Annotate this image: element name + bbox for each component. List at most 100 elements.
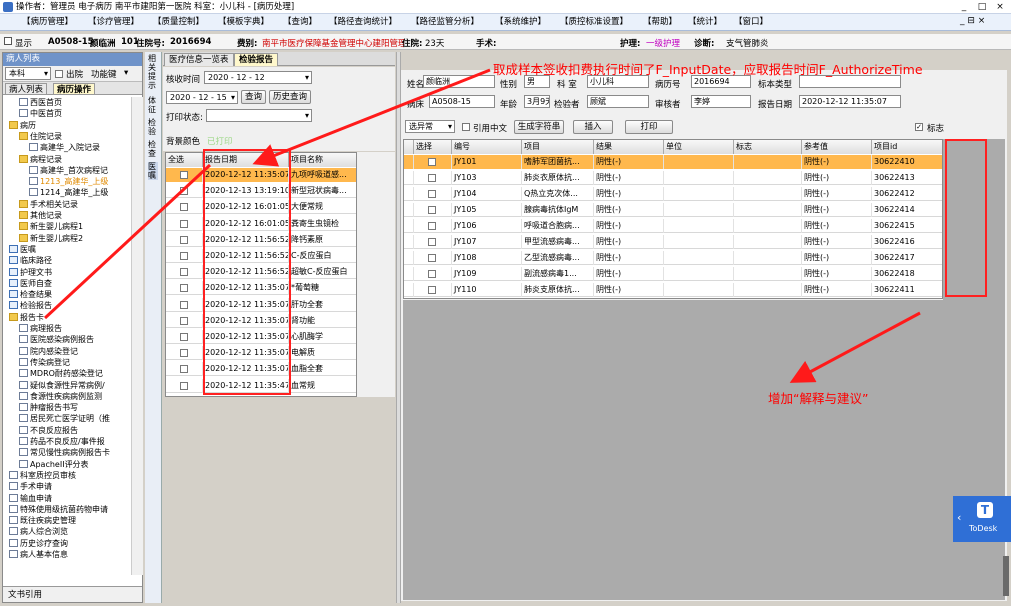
tree-node[interactable]: 其他记录 [19, 210, 62, 221]
row-checkbox[interactable] [180, 268, 188, 277]
tree-node[interactable]: 报告卡 [9, 312, 44, 323]
row-checkbox[interactable] [428, 174, 436, 182]
row-checkbox[interactable] [428, 222, 436, 230]
vtab-lab[interactable]: 检验 [148, 118, 158, 136]
tree-node[interactable]: 病历 [9, 120, 36, 131]
vtab-exam[interactable]: 检查 [148, 140, 158, 158]
row-checkbox[interactable] [180, 171, 188, 179]
close-button[interactable]: × [991, 0, 1009, 14]
tree-node[interactable]: ApacheII评分表 [19, 459, 89, 470]
row-checkbox[interactable] [428, 206, 436, 214]
tree-node[interactable]: 中医首页 [19, 108, 62, 119]
vtab-orders[interactable]: 医嘱 [148, 162, 158, 180]
table-row[interactable]: JY106 呼吸道合胞病... 阴性(-) 阴性(-) 30622415 [404, 219, 942, 233]
col-select[interactable]: 选择 [414, 140, 452, 154]
tree-node[interactable]: 护理文书 [9, 267, 52, 278]
row-checkbox[interactable] [180, 187, 188, 196]
menu-help[interactable]: 【帮助】 [643, 16, 677, 29]
table-row[interactable]: JY105 腺病毒抗体IgM 阴性(-) 阴性(-) 30622414 [404, 203, 942, 217]
minimize-button[interactable]: _ [955, 0, 973, 14]
col-select-all[interactable]: 全选 [166, 153, 203, 167]
tab-medical-overview[interactable]: 医疗信息一览表 [164, 53, 234, 66]
discharged-checkbox[interactable] [55, 70, 63, 78]
mdi-controls[interactable]: _ ⊟ × [960, 16, 985, 26]
row-checkbox[interactable] [428, 270, 436, 278]
date-to-input[interactable]: 2020 - 12 - 15 ▾ [166, 91, 238, 104]
table-row[interactable]: JY101 嗜肺军团菌抗... 阴性(-) 阴性(-) 30622410 [404, 155, 942, 169]
tree-node[interactable]: 病人基本信息 [9, 549, 68, 560]
menu-query[interactable]: 【查询】 [283, 16, 317, 29]
menu-stats[interactable]: 【统计】 [688, 16, 722, 29]
show-checkbox[interactable] [4, 37, 12, 45]
menu-system-maint[interactable]: 【系统维护】 [495, 16, 546, 29]
tree-node[interactable]: MDRO耐药感染登记 [19, 368, 103, 379]
tree-node[interactable]: 疑似食源性异常病例/ [19, 380, 105, 391]
row-checkbox[interactable] [428, 286, 436, 294]
row-checkbox[interactable] [180, 349, 188, 358]
tree-node[interactable]: 检验报告 [9, 300, 52, 311]
date-from-input[interactable]: 2020 - 12 - 12 ▾ [204, 71, 312, 84]
table-row[interactable]: JY110 肺炎支原体抗... 阴性(-) 阴性(-) 30622411 [404, 283, 942, 297]
col-ref[interactable]: 参考值 [802, 140, 872, 154]
tree-scrollbar[interactable] [131, 97, 143, 575]
col-code[interactable]: 编号 [452, 140, 522, 154]
tree-node[interactable]: 病理报告 [19, 323, 62, 334]
tree-node[interactable]: 手术申请 [9, 481, 52, 492]
menu-template-dict[interactable]: 【模板字典】 [218, 16, 269, 29]
menu-qc-standards[interactable]: 【质控标准设置】 [560, 16, 628, 29]
vtab-tips[interactable]: 相关提示 [148, 54, 158, 90]
tree-node[interactable]: 新生婴儿病程2 [19, 233, 83, 244]
tree-node[interactable]: 1213_高建华_上级 [29, 176, 108, 187]
col-item-id[interactable]: 项目id [872, 140, 942, 154]
menu-path-supervision[interactable]: 【路径监管分析】 [411, 16, 479, 29]
menu-treatment-mgmt[interactable]: 【诊疗管理】 [88, 16, 139, 29]
tree-node[interactable]: 特殊使用级抗菌药物申请 [9, 504, 108, 515]
tree-node[interactable]: 新生婴儿病程1 [19, 221, 83, 232]
tree-node[interactable]: 历史诊疗查询 [9, 538, 68, 549]
col-item-name[interactable]: 项目名称 [289, 153, 356, 167]
col-item[interactable]: 项目 [522, 140, 594, 154]
tree-node[interactable]: 肿瘤报告书写 [19, 402, 78, 413]
tree-node[interactable]: 居民死亡医学证明（推 [19, 413, 110, 424]
table-row[interactable]: JY109 副流感病毒1... 阴性(-) 阴性(-) 30622418 [404, 267, 942, 281]
tree-node[interactable]: 输血申请 [9, 493, 52, 504]
tree-node[interactable]: 1214_高建华_上级 [29, 187, 108, 198]
function-key-label[interactable]: 功能键 [91, 68, 117, 80]
tab-record-ops[interactable]: 病历操作 [53, 83, 96, 95]
menu-quality-control[interactable]: 【质量控制】 [153, 16, 204, 29]
tree-node[interactable]: 不良反应报告 [19, 425, 78, 436]
dept-select[interactable]: 本科 ▾ [5, 67, 51, 80]
print-status-select[interactable]: ▾ [206, 109, 312, 122]
abnormal-filter-select[interactable]: 选异常 ▾ [405, 120, 455, 133]
row-checkbox[interactable] [428, 254, 436, 262]
insert-button[interactable]: 插入 [573, 120, 613, 134]
tree-node[interactable]: 病人综合浏览 [9, 526, 68, 537]
tree-node[interactable]: 常见慢性病病例报告卡 [19, 447, 110, 458]
tree-node[interactable]: 医师自查 [9, 278, 52, 289]
tree-node[interactable]: 高建华_入院记录 [29, 142, 100, 153]
tree-node[interactable]: 西医首页 [19, 97, 62, 108]
tab-patient-list[interactable]: 病人列表 [5, 83, 48, 95]
cite-cn-checkbox[interactable] [462, 123, 470, 131]
tree-node[interactable]: 高建华_首次病程记 [29, 165, 108, 176]
tree-node[interactable]: 手术相关记录 [19, 199, 78, 210]
tree-node[interactable]: 住院记录 [19, 131, 62, 142]
row-checkbox[interactable] [180, 203, 188, 212]
tree-node[interactable]: 传染病登记 [19, 357, 70, 368]
gen-string-button[interactable]: 生成字符串 [514, 120, 564, 134]
doc-citation-footer[interactable]: 文书引用 [3, 586, 142, 602]
row-checkbox[interactable] [428, 238, 436, 246]
tree-node[interactable]: 药品不良反应/事件报 [19, 436, 105, 447]
tree-node[interactable]: 食源性疾病病例监测 [19, 391, 102, 402]
tree-node[interactable]: 科室质控员审核 [9, 470, 76, 481]
row-checkbox[interactable] [180, 235, 188, 244]
tree-node[interactable]: 检查结果 [9, 289, 52, 300]
col-unit[interactable]: 单位 [664, 140, 734, 154]
chevron-left-icon[interactable]: ‹ [957, 511, 961, 524]
maximize-button[interactable]: □ [973, 0, 991, 14]
row-checkbox[interactable] [428, 158, 436, 166]
col-flag[interactable]: 标志 [734, 140, 802, 154]
table-row[interactable]: JY104 Q热立克次体... 阴性(-) 阴性(-) 30622412 [404, 187, 942, 201]
chevron-down-icon[interactable]: ▾ [124, 68, 128, 78]
tree-node[interactable]: 医院感染病例报告 [19, 334, 94, 345]
